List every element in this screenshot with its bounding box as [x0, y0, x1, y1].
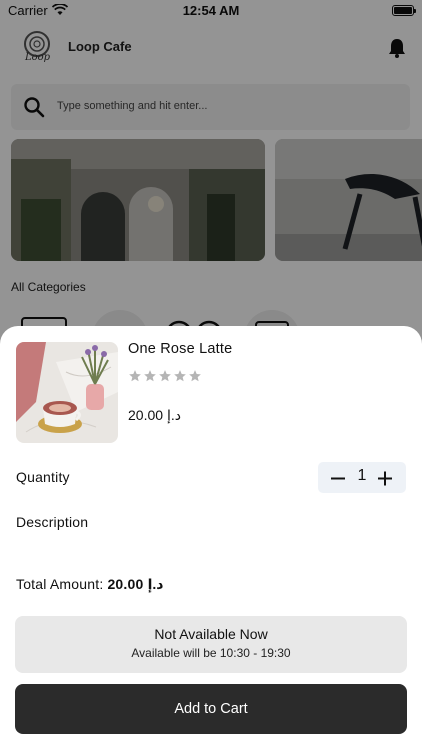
quantity-value: 1 [357, 467, 367, 484]
rating-stars [128, 369, 202, 383]
description-label: Description [16, 514, 89, 530]
product-price: 20.00 د.إ [128, 407, 181, 423]
add-to-cart-button[interactable]: Add to Cart [15, 684, 407, 734]
product-name: One Rose Latte [128, 341, 233, 357]
quantity-label: Quantity [16, 469, 70, 485]
availability-title: Not Available Now [154, 626, 268, 642]
availability-hours: Available will be 10:30 - 19:30 [131, 646, 291, 660]
total-label: Total Amount: [16, 576, 104, 592]
star-icon [174, 370, 186, 382]
product-image [16, 342, 118, 443]
quantity-stepper[interactable]: 1 [318, 462, 406, 493]
minus-icon[interactable] [329, 469, 347, 487]
product-bottom-sheet: One Rose Latte 20.00 د.إ Quantity 1 Desc… [0, 326, 422, 750]
star-icon [129, 370, 141, 382]
star-icon [189, 370, 201, 382]
star-icon [159, 370, 171, 382]
total-amount: Total Amount: 20.00 د.إ [16, 576, 163, 593]
total-value: 20.00 د.إ [107, 576, 164, 592]
star-icon [144, 370, 156, 382]
availability-notice: Not Available Now Available will be 10:3… [15, 616, 407, 673]
plus-icon[interactable] [376, 469, 394, 487]
